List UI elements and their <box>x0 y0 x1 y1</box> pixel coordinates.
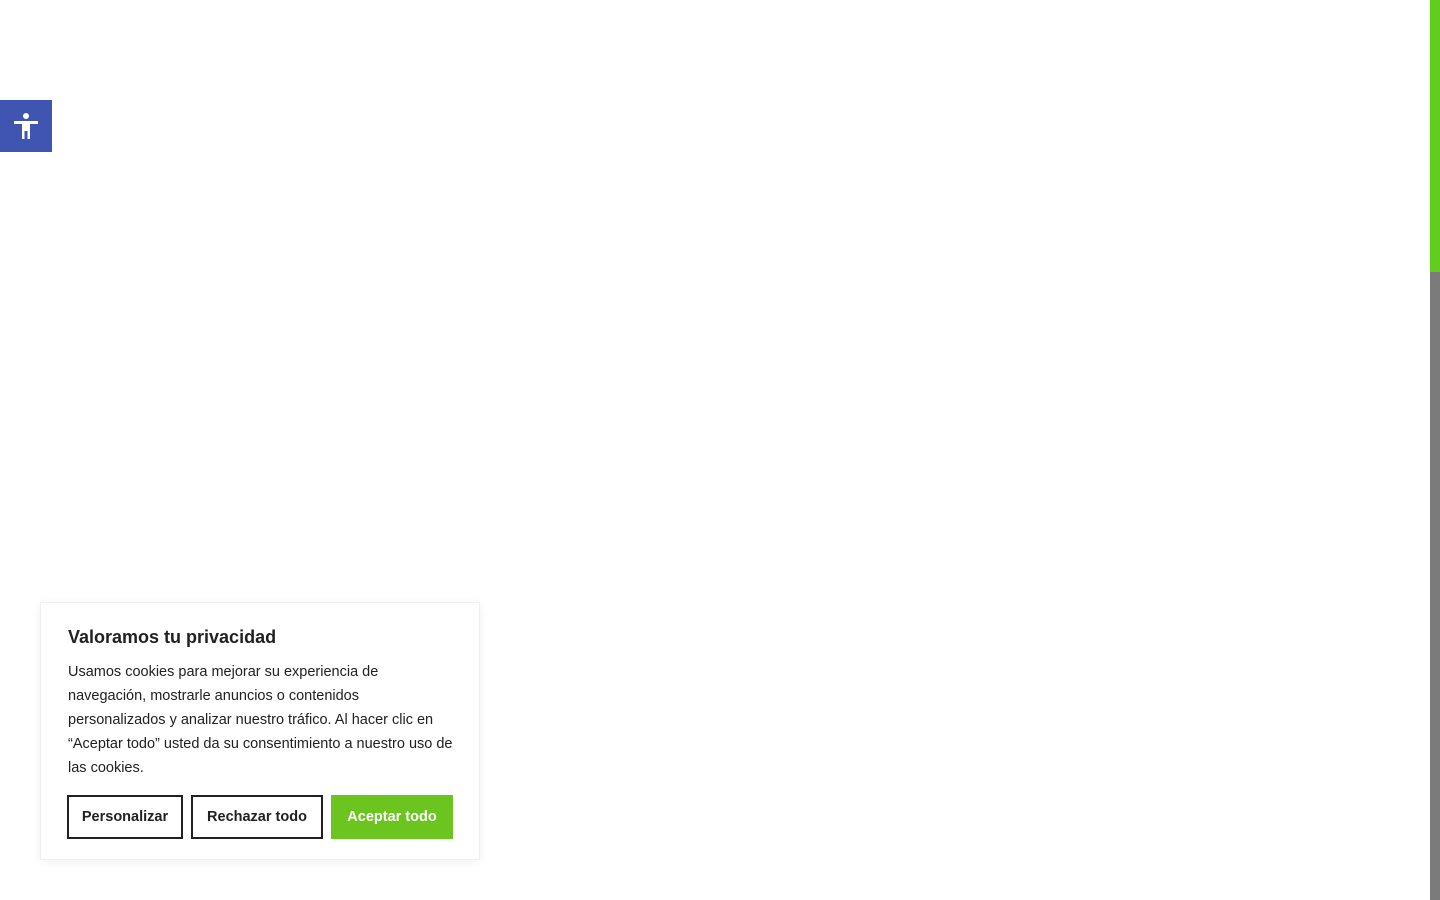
reject-all-button[interactable]: Rechazar todo <box>191 795 323 839</box>
scrollbar-thumb[interactable] <box>1430 0 1440 272</box>
cookie-consent-banner: Valoramos tu privacidad Usamos cookies p… <box>40 602 480 860</box>
page-scrollbar[interactable] <box>1430 0 1440 900</box>
accessibility-icon <box>11 111 41 141</box>
accept-all-button[interactable]: Aceptar todo <box>331 795 453 839</box>
page: Valoramos tu privacidad Usamos cookies p… <box>0 0 1440 900</box>
cookie-banner-title: Valoramos tu privacidad <box>68 627 277 647</box>
cookie-banner-actions: Personalizar Rechazar todo Aceptar todo <box>67 795 453 839</box>
customize-button[interactable]: Personalizar <box>67 795 183 839</box>
cookie-banner-description: Usamos cookies para mejorar su experienc… <box>68 664 453 776</box>
accessibility-toggle-button[interactable] <box>0 100 52 152</box>
